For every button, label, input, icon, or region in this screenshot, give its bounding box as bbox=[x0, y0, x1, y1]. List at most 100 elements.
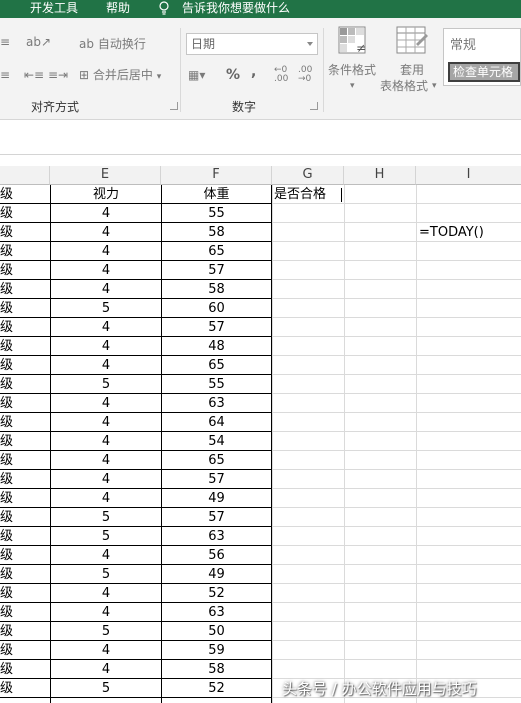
cell-d[interactable]: 级 bbox=[0, 641, 50, 660]
cell-vision[interactable]: 5 bbox=[51, 508, 161, 527]
cell-weight[interactable]: 58 bbox=[162, 280, 271, 299]
style-check-cell[interactable]: 检查单元格 bbox=[448, 62, 520, 82]
cell-d[interactable]: 级 bbox=[0, 242, 50, 261]
cell-e-header[interactable]: 视力 bbox=[51, 185, 161, 204]
cell-d[interactable]: 级 bbox=[0, 394, 50, 413]
cell-weight[interactable]: 55 bbox=[162, 375, 271, 394]
cell-vision[interactable]: 4 bbox=[51, 451, 161, 470]
cell-d[interactable]: 级 bbox=[0, 223, 50, 242]
cell-d[interactable]: 级 bbox=[0, 375, 50, 394]
cell-d-header[interactable]: 级 bbox=[0, 185, 50, 204]
cell-vision[interactable]: 4 bbox=[51, 660, 161, 679]
cell-weight[interactable]: 57 bbox=[162, 508, 271, 527]
cell-vision[interactable]: 4 bbox=[51, 242, 161, 261]
cell-weight[interactable]: 57 bbox=[162, 261, 271, 280]
cell-vision[interactable]: 5 bbox=[51, 299, 161, 318]
cell-weight[interactable]: 63 bbox=[162, 603, 271, 622]
alignment-dialog-launcher-icon[interactable] bbox=[170, 102, 178, 110]
cell-d[interactable]: 级 bbox=[0, 451, 50, 470]
cell-d[interactable]: 级 bbox=[0, 679, 50, 698]
decrease-decimal-icon[interactable]: .00 →0 bbox=[298, 66, 312, 84]
cell-weight[interactable]: 65 bbox=[162, 242, 271, 261]
cell-vision[interactable]: 4 bbox=[51, 470, 161, 489]
cell-vision[interactable]: 4 bbox=[51, 546, 161, 565]
cell-d[interactable]: 级 bbox=[0, 603, 50, 622]
currency-format-icon[interactable]: ▦▾ bbox=[188, 67, 205, 83]
cell-weight[interactable]: 64 bbox=[162, 413, 271, 432]
cell-d[interactable]: 级 bbox=[0, 413, 50, 432]
cell-weight[interactable]: 49 bbox=[162, 565, 271, 584]
column-header-e[interactable]: E bbox=[50, 166, 161, 185]
column-header-d[interactable] bbox=[0, 166, 50, 185]
column-header-f[interactable]: F bbox=[161, 166, 272, 185]
cell-d[interactable]: 级 bbox=[0, 204, 50, 223]
cell-d[interactable]: 级 bbox=[0, 527, 50, 546]
cell-vision[interactable]: 4 bbox=[51, 356, 161, 375]
cell-weight[interactable]: 59 bbox=[162, 641, 271, 660]
cell-d[interactable]: 级 bbox=[0, 280, 50, 299]
cell-d[interactable]: 级 bbox=[0, 432, 50, 451]
decrease-indent-icon[interactable]: ⇤≡ bbox=[24, 67, 44, 83]
style-normal[interactable]: 常规 bbox=[450, 34, 476, 53]
cell-vision[interactable]: 4 bbox=[51, 413, 161, 432]
cell-weight[interactable]: 58 bbox=[162, 223, 271, 242]
cell-d[interactable]: 级 bbox=[0, 584, 50, 603]
cell-weight[interactable]: 56 bbox=[162, 546, 271, 565]
cell-d[interactable]: 级 bbox=[0, 546, 50, 565]
cell-weight[interactable]: 50 bbox=[162, 622, 271, 641]
cell-vision[interactable]: 4 bbox=[51, 318, 161, 337]
cell-weight[interactable]: 65 bbox=[162, 451, 271, 470]
column-header-i[interactable]: I bbox=[416, 166, 521, 185]
cell-vision[interactable]: 5 bbox=[51, 565, 161, 584]
percent-style-button[interactable]: % bbox=[226, 67, 240, 83]
column-header-g[interactable]: G bbox=[272, 166, 344, 185]
cell-weight[interactable]: 55 bbox=[162, 204, 271, 223]
cell-vision[interactable]: 4 bbox=[51, 337, 161, 356]
cell-weight[interactable]: 49 bbox=[162, 489, 271, 508]
align-right-icon[interactable]: ≡ bbox=[0, 67, 10, 83]
cell-vision[interactable]: 4 bbox=[51, 489, 161, 508]
cell-weight[interactable]: 63 bbox=[162, 394, 271, 413]
cell-d[interactable]: 级 bbox=[0, 622, 50, 641]
merge-center-button[interactable]: ⊞ 合并后居中 ▾ bbox=[79, 67, 161, 85]
cell-f-header[interactable]: 体重 bbox=[162, 185, 271, 204]
cell-g-header[interactable]: 是否合格 bbox=[274, 185, 344, 204]
cell-weight[interactable]: 52 bbox=[162, 679, 271, 698]
comma-style-button[interactable]: , bbox=[251, 64, 256, 80]
align-lines-icon[interactable]: ≡ bbox=[0, 34, 10, 50]
orientation-icon[interactable]: ab↗ bbox=[26, 34, 51, 50]
cell-vision[interactable]: 5 bbox=[51, 375, 161, 394]
cell-d[interactable]: 级 bbox=[0, 337, 50, 356]
cell-vision[interactable]: 4 bbox=[51, 641, 161, 660]
cell-weight[interactable]: 65 bbox=[162, 356, 271, 375]
cell-vision[interactable]: 4 bbox=[51, 603, 161, 622]
increase-indent-icon[interactable]: ≡⇥ bbox=[48, 67, 68, 83]
cell-vision[interactable]: 4 bbox=[51, 280, 161, 299]
cell-vision[interactable]: 5 bbox=[51, 622, 161, 641]
cell-vision[interactable]: 4 bbox=[51, 204, 161, 223]
tell-me-search[interactable]: 告诉我你想要做什么 bbox=[182, 0, 290, 16]
cell-weight[interactable]: 58 bbox=[162, 660, 271, 679]
cell-vision[interactable]: 4 bbox=[51, 261, 161, 280]
cell-d[interactable]: 级 bbox=[0, 489, 50, 508]
increase-decimal-icon[interactable]: ←0.00 bbox=[274, 66, 288, 84]
tab-developer[interactable]: 开发工具 bbox=[30, 0, 78, 16]
cell-d[interactable]: 级 bbox=[0, 261, 50, 280]
cell-vision[interactable]: 4 bbox=[51, 584, 161, 603]
cell-d[interactable]: 级 bbox=[0, 508, 50, 527]
column-header-h[interactable]: H bbox=[344, 166, 416, 185]
cell-weight[interactable]: 54 bbox=[162, 432, 271, 451]
format-as-table-button[interactable]: 套用 表格格式 ▾ bbox=[380, 26, 440, 102]
number-dialog-launcher-icon[interactable] bbox=[310, 102, 318, 110]
cell-d[interactable]: 级 bbox=[0, 356, 50, 375]
cell-d[interactable]: 级 bbox=[0, 318, 50, 337]
cell-weight[interactable]: 63 bbox=[162, 527, 271, 546]
cell-vision[interactable]: 4 bbox=[51, 432, 161, 451]
cell-d[interactable]: 级 bbox=[0, 660, 50, 679]
cell-weight[interactable]: 48 bbox=[162, 337, 271, 356]
conditional-formatting-button[interactable]: ≠ 条件格式 ▾ bbox=[328, 26, 376, 96]
cell-weight[interactable]: 52 bbox=[162, 584, 271, 603]
cell-vision[interactable]: 4 bbox=[51, 223, 161, 242]
cell-vision[interactable]: 5 bbox=[51, 679, 161, 698]
wrap-text-button[interactable]: ab 自动换行 bbox=[79, 36, 146, 52]
